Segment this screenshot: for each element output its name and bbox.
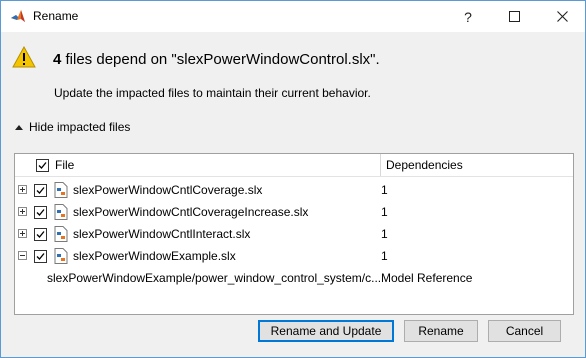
help-icon: ? [464, 8, 472, 25]
row-checkbox[interactable] [34, 184, 47, 197]
hide-impacted-files-toggle[interactable]: Hide impacted files [15, 120, 130, 134]
collapse-triangle-icon [15, 124, 23, 130]
table-row[interactable]: slexPowerWindowCntlCoverageIncrease.slx … [15, 201, 573, 223]
checkmark-icon [36, 187, 45, 194]
table-row[interactable]: slexPowerWindowExample.slx 1 [15, 245, 573, 267]
column-divider[interactable] [380, 154, 381, 176]
file-name: slexPowerWindowCntlCoverage.slx [73, 183, 263, 197]
simulink-model-file-icon [54, 204, 68, 220]
checkmark-icon [36, 231, 45, 238]
dependency-count: 1 [381, 227, 388, 241]
checkmark-icon [38, 162, 47, 169]
expand-plus-icon[interactable] [18, 229, 27, 238]
help-button[interactable]: ? [445, 1, 491, 32]
column-header-dependencies[interactable]: Dependencies [386, 158, 463, 172]
simulink-model-file-icon [54, 226, 68, 242]
toggle-label: Hide impacted files [29, 120, 131, 134]
dialog-subtext: Update the impacted files to maintain th… [54, 86, 371, 100]
title-bar: Rename ? [1, 1, 585, 32]
dependency-path: slexPowerWindowExample/power_window_cont… [47, 271, 382, 285]
dependency-count: 1 [381, 183, 388, 197]
close-icon [556, 11, 568, 22]
heading-text: files depend on "slexPowerWindowControl.… [61, 51, 380, 68]
dependency-count: 1 [381, 205, 388, 219]
column-header-file[interactable]: File [55, 158, 74, 172]
row-checkbox[interactable] [34, 206, 47, 219]
warning-icon [12, 46, 36, 68]
rename-button[interactable]: Rename [404, 320, 478, 342]
maximize-button[interactable] [491, 1, 537, 32]
row-checkbox[interactable] [34, 250, 47, 263]
rename-and-update-button[interactable]: Rename and Update [258, 320, 394, 342]
maximize-icon [508, 11, 520, 22]
simulink-model-file-icon [54, 248, 68, 264]
dependency-type: Model Reference [381, 271, 473, 285]
file-name: slexPowerWindowCntlInteract.slx [73, 227, 251, 241]
checkmark-icon [36, 253, 45, 260]
matlab-logo-icon [11, 10, 25, 22]
checkmark-icon [36, 209, 45, 216]
table-header: File Dependencies [15, 154, 573, 177]
window-title: Rename [33, 9, 79, 23]
expand-plus-icon[interactable] [18, 207, 27, 216]
file-name: slexPowerWindowCntlCoverageIncrease.slx [73, 205, 309, 219]
table-row-detail[interactable]: slexPowerWindowExample/power_window_cont… [15, 267, 573, 289]
simulink-model-file-icon [54, 182, 68, 198]
table-row[interactable]: slexPowerWindowCntlInteract.slx 1 [15, 223, 573, 245]
select-all-checkbox[interactable] [36, 159, 49, 172]
row-checkbox[interactable] [34, 228, 47, 241]
table-row[interactable]: slexPowerWindowCntlCoverage.slx 1 [15, 179, 573, 201]
collapse-minus-icon[interactable] [18, 251, 27, 260]
dependency-count: 1 [381, 249, 388, 263]
dialog-content: 4 files depend on "slexPowerWindowContro… [1, 32, 585, 357]
rename-dialog: Rename ? 4 files depend on "slexPowerWin… [0, 0, 586, 358]
cancel-button[interactable]: Cancel [488, 320, 561, 342]
file-name: slexPowerWindowExample.slx [73, 249, 236, 263]
close-button[interactable] [539, 1, 585, 32]
dialog-heading: 4 files depend on "slexPowerWindowContro… [53, 51, 380, 68]
impacted-files-table: File Dependencies slexPowerWindowCntlCov… [14, 153, 574, 315]
expand-plus-icon[interactable] [18, 185, 27, 194]
